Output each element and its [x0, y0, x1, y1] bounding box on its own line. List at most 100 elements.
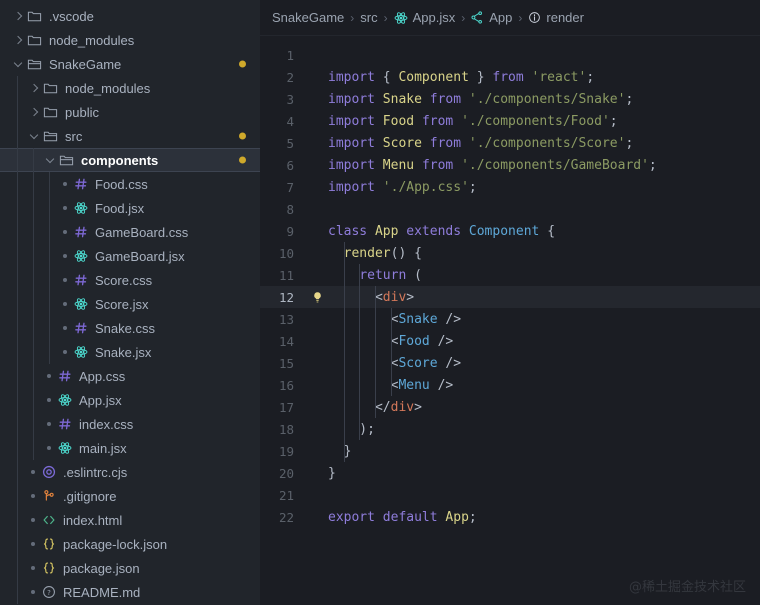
- tree-item-label: GameBoard.css: [95, 225, 260, 240]
- svg-text:?: ?: [47, 589, 51, 597]
- code-text: import Score from './components/Score';: [328, 136, 760, 151]
- code-text: import Menu from './components/GameBoard…: [328, 158, 760, 173]
- code-token: Menu: [398, 378, 429, 393]
- code-token: './components/Score': [469, 136, 626, 151]
- tree-file-food-css[interactable]: Food.css: [0, 172, 260, 196]
- tree-folder-node-modules[interactable]: node_modules: [0, 76, 260, 100]
- code-token: ;: [610, 114, 618, 129]
- code-line[interactable]: 12 <div>: [260, 286, 760, 308]
- code-line[interactable]: 4import Food from './components/Food';: [260, 110, 760, 132]
- chevron-down-icon[interactable]: [28, 130, 40, 142]
- tree-file-package-json[interactable]: package.json: [0, 556, 260, 580]
- breadcrumb-label: App.jsx: [413, 10, 456, 25]
- code-editor[interactable]: 12import { Component } from 'react';3imp…: [260, 36, 760, 605]
- tree-folder-src[interactable]: src: [0, 124, 260, 148]
- code-line[interactable]: 21: [260, 484, 760, 506]
- code-line[interactable]: 22export default App;: [260, 506, 760, 528]
- code-line[interactable]: 15 <Score />: [260, 352, 760, 374]
- lightbulb-icon[interactable]: [306, 291, 328, 304]
- code-token: [328, 400, 375, 415]
- file-bullet-icon: [28, 518, 38, 522]
- tree-item-label: Snake.jsx: [95, 345, 260, 360]
- code-line[interactable]: 2import { Component } from 'react';: [260, 66, 760, 88]
- breadcrumb-item-render[interactable]: render: [528, 10, 584, 25]
- code-line[interactable]: 3import Snake from './components/Snake';: [260, 88, 760, 110]
- code-line[interactable]: 18 );: [260, 418, 760, 440]
- css-hash-icon: [72, 225, 89, 239]
- chevron-down-icon[interactable]: [44, 154, 56, 166]
- code-line[interactable]: 8: [260, 198, 760, 220]
- tree-file-app-css[interactable]: App.css: [0, 364, 260, 388]
- tree-folder-node-modules[interactable]: node_modules: [0, 28, 260, 52]
- tree-file-food-jsx[interactable]: Food.jsx: [0, 196, 260, 220]
- folder-closed-icon: [26, 33, 43, 48]
- tree-file-snake-css[interactable]: Snake.css: [0, 316, 260, 340]
- breadcrumb-item-src[interactable]: src: [360, 10, 377, 25]
- chevron-right-icon[interactable]: [12, 10, 24, 22]
- modified-indicator: [239, 157, 246, 164]
- tree-file-gameboard-jsx[interactable]: GameBoard.jsx: [0, 244, 260, 268]
- code-token: ;: [649, 158, 657, 173]
- tree-folder-components[interactable]: components: [0, 148, 260, 172]
- code-token: [453, 158, 461, 173]
- code-line[interactable]: 14 <Food />: [260, 330, 760, 352]
- breadcrumb-item-app-jsx[interactable]: App.jsx: [394, 10, 456, 25]
- tree-file--eslintrc-cjs[interactable]: .eslintrc.cjs: [0, 460, 260, 484]
- code-line[interactable]: 9class App extends Component {: [260, 220, 760, 242]
- code-token: Snake: [383, 92, 422, 107]
- code-line[interactable]: 10 render() {: [260, 242, 760, 264]
- code-line[interactable]: 16 <Menu />: [260, 374, 760, 396]
- tree-file-index-css[interactable]: index.css: [0, 412, 260, 436]
- code-line[interactable]: 19 }: [260, 440, 760, 462]
- tree-file-package-lock-json[interactable]: package-lock.json: [0, 532, 260, 556]
- code-line[interactable]: 17 </div>: [260, 396, 760, 418]
- code-token: App: [375, 224, 398, 239]
- chevron-right-icon[interactable]: [28, 106, 40, 118]
- tree-item-label: App.css: [79, 369, 260, 384]
- code-token: />: [430, 334, 453, 349]
- code-line[interactable]: 5import Score from './components/Score';: [260, 132, 760, 154]
- tree-file-main-jsx[interactable]: main.jsx: [0, 436, 260, 460]
- code-token: ;: [586, 70, 594, 85]
- breadcrumb-item-app[interactable]: App: [471, 10, 512, 25]
- tree-folder--vscode[interactable]: .vscode: [0, 4, 260, 28]
- code-line[interactable]: 7import './App.css';: [260, 176, 760, 198]
- breadcrumb-item-snakegame[interactable]: SnakeGame: [272, 10, 344, 25]
- tree-file--gitignore[interactable]: .gitignore: [0, 484, 260, 508]
- code-token: './App.css': [383, 180, 469, 195]
- code-token: from: [430, 136, 461, 151]
- tree-file-gameboard-css[interactable]: GameBoard.css: [0, 220, 260, 244]
- css-hash-icon: [72, 273, 89, 287]
- code-line[interactable]: 20}: [260, 462, 760, 484]
- code-token: }: [328, 466, 336, 481]
- tree-file-score-jsx[interactable]: Score.jsx: [0, 292, 260, 316]
- code-line[interactable]: 13 <Snake />: [260, 308, 760, 330]
- chevron-down-icon[interactable]: [12, 58, 24, 70]
- file-tree[interactable]: .vscode node_modulesSnakeGamenode_modules…: [0, 0, 260, 604]
- line-number: 12: [260, 290, 306, 305]
- code-token: />: [430, 378, 453, 393]
- code-line[interactable]: 1: [260, 44, 760, 66]
- tree-file-readme-md[interactable]: ?README.md: [0, 580, 260, 604]
- chevron-right-icon[interactable]: [28, 82, 40, 94]
- tree-file-index-html[interactable]: index.html: [0, 508, 260, 532]
- tree-file-app-jsx[interactable]: App.jsx: [0, 388, 260, 412]
- chevron-right-icon[interactable]: [12, 34, 24, 46]
- tree-folder-public[interactable]: public: [0, 100, 260, 124]
- code-line[interactable]: 6import Menu from './components/GameBoar…: [260, 154, 760, 176]
- vscode-window: .vscodenode_modulesSnakeGamenode_modules…: [0, 0, 760, 605]
- tree-item-label: .vscode: [49, 9, 260, 24]
- tree-item-label: Score.css: [95, 273, 260, 288]
- code-token: './components/Food': [461, 114, 610, 129]
- tree-folder-snakegame[interactable]: SnakeGame: [0, 52, 260, 76]
- code-line[interactable]: 11 return (: [260, 264, 760, 286]
- code-indent-guide: [344, 242, 345, 462]
- line-number: 11: [260, 268, 306, 283]
- tree-item-label: GameBoard.jsx: [95, 249, 260, 264]
- breadcrumb-label: render: [546, 10, 584, 25]
- symbol-method-icon: [528, 11, 541, 24]
- tree-file-snake-jsx[interactable]: Snake.jsx: [0, 340, 260, 364]
- breadcrumb[interactable]: SnakeGame›src›App.jsx›App›render: [260, 0, 760, 36]
- file-bullet-icon: [60, 254, 70, 258]
- tree-file-score-css[interactable]: Score.css: [0, 268, 260, 292]
